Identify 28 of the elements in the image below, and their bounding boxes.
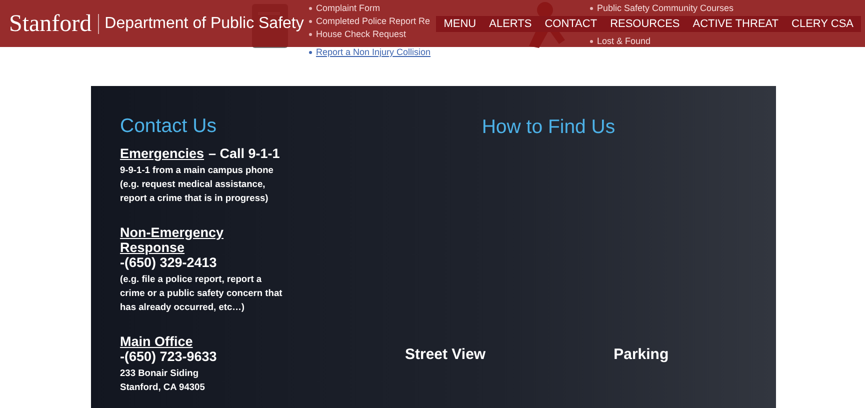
nav-link[interactable]: ACTIVE THREAT (686, 16, 786, 32)
site-title: Department of Public Safety (104, 14, 304, 34)
details-text: 233 Bonair Siding (120, 367, 200, 380)
nav-link[interactable]: CONTACT (538, 16, 604, 32)
nav-link[interactable]: RESOURCES (604, 16, 686, 32)
heading-text: – Call 9-1-1 (208, 146, 280, 161)
nav-link[interactable]: ALERTS (482, 16, 538, 32)
heading-link[interactable]: Main Office (120, 334, 193, 349)
details-text: 9-9-1-1 from a main campus phone (e.g. request medical assistance, report a crime that is in progress) (120, 164, 274, 205)
section-title: How to Find Us (482, 118, 616, 138)
nav-link[interactable]: CLERY CSA (785, 16, 860, 32)
details-text: Stanford, CA 94305 (120, 381, 206, 394)
nav-link[interactable]: MENU (437, 16, 483, 32)
phone-number: -(650) 329-2413 (120, 255, 218, 270)
list-link[interactable]: Report a Non Injury Collision (316, 46, 431, 58)
phone-number: -(650) 723-9633 (120, 349, 218, 364)
list-link[interactable]: Lost & Found (597, 35, 651, 47)
list-link[interactable]: Complaint Form (316, 2, 380, 14)
list-link[interactable]: House Check Request (316, 28, 406, 40)
site-logo[interactable]: Stanford (0, 12, 98, 36)
heading-link[interactable]: Emergencies (120, 146, 204, 161)
list-link[interactable]: Public Safety Community Courses (597, 2, 734, 14)
list-link[interactable]: Completed Police Report Re (316, 15, 430, 27)
heading-link[interactable]: Non-Emergency Response (120, 225, 260, 255)
section-title: Contact Us (120, 116, 218, 136)
map-link[interactable]: Street View (405, 344, 486, 366)
map-link[interactable]: Parking (614, 344, 669, 366)
details-text: (e.g. file a police report, report a crime or a public safety concern that has already occurred, etc…) (120, 273, 284, 314)
